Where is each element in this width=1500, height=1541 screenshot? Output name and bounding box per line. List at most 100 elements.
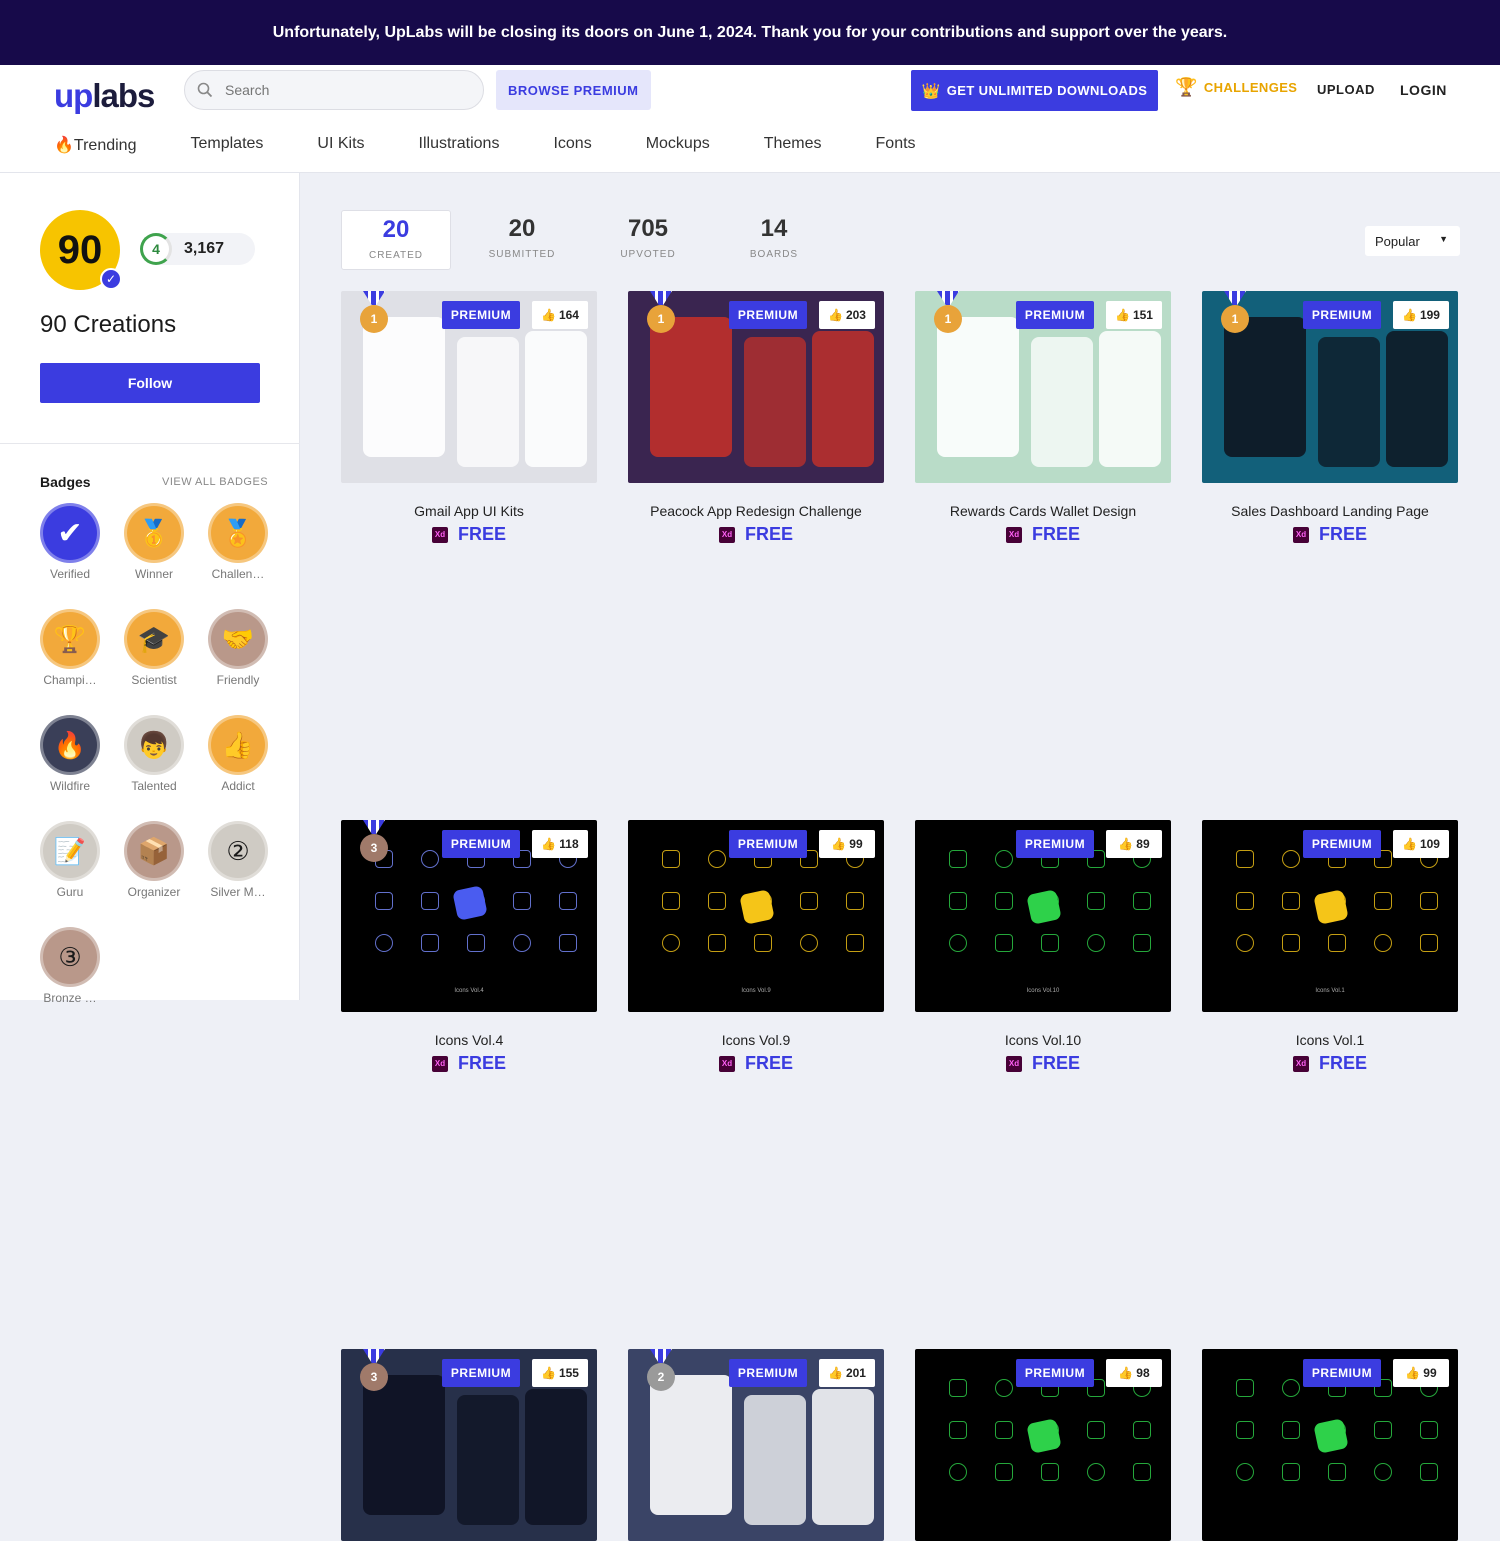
badge-item[interactable]: ③ Bronze …	[40, 927, 100, 1005]
medal-ribbon	[1224, 291, 1246, 305]
card-thumbnail[interactable]: 2 PREMIUM 👍 201	[628, 1349, 884, 1541]
challenges-link[interactable]: 🏆 CHALLENGES	[1175, 77, 1297, 98]
like-button[interactable]: 👍 99	[1393, 1359, 1449, 1387]
card-thumbnail[interactable]: Icons Vol.9 PREMIUM 👍 99	[628, 820, 884, 1012]
badge-label: Champi…	[43, 673, 97, 687]
uplabs-logo[interactable]: uplabs	[54, 77, 155, 115]
card-title[interactable]: Gmail App UI Kits	[341, 503, 597, 519]
creation-card[interactable]: 1 PREMIUM 👍 151 Rewards Cards Wallet Design X…	[915, 291, 1171, 545]
creation-card[interactable]: 1 PREMIUM 👍 164 Gmail App UI Kits Xd FREE	[341, 291, 597, 545]
creation-card[interactable]: 3 PREMIUM 👍 155	[341, 1349, 597, 1541]
badge-item[interactable]: ② Silver M…	[208, 821, 268, 899]
like-button[interactable]: 👍 201	[819, 1359, 875, 1387]
like-button[interactable]: 👍 199	[1393, 301, 1449, 329]
view-all-badges-link[interactable]: VIEW ALL BADGES	[162, 476, 268, 488]
tab-created[interactable]: 20 CREATED	[341, 210, 451, 270]
badge-item[interactable]: ✔ Verified	[40, 503, 100, 581]
follow-button[interactable]: Follow	[40, 363, 260, 403]
nav-mockups[interactable]: Mockups	[646, 135, 710, 155]
unlimited-downloads-button[interactable]: 👑 GET UNLIMITED DOWNLOADS	[911, 70, 1158, 111]
preview-glyph-icon	[708, 850, 726, 868]
creation-card[interactable]: Icons Vol.10 PREMIUM 👍 89 Icons Vol.10 Xd FREE	[915, 820, 1171, 1074]
badge-item[interactable]: 👍 Addict	[208, 715, 268, 793]
like-button[interactable]: 👍 151	[1106, 301, 1162, 329]
card-thumbnail[interactable]: 3 PREMIUM 👍 155	[341, 1349, 597, 1541]
card-title[interactable]: Peacock App Redesign Challenge	[628, 503, 884, 519]
preview-glyph-icon	[513, 934, 531, 952]
badge-item[interactable]: 🏆 Champi…	[40, 609, 100, 687]
login-link[interactable]: LOGIN	[1400, 82, 1447, 98]
thumbs-up-icon: 👍	[541, 1366, 556, 1380]
highlight-icon	[1313, 1418, 1349, 1454]
creation-card[interactable]: Icons Vol.1 PREMIUM 👍 109 Icons Vol.1 Xd FREE	[1202, 820, 1458, 1074]
avatar[interactable]: 90 ✓	[40, 210, 122, 290]
sort-select[interactable]: Popular ▼	[1365, 226, 1460, 256]
creation-card[interactable]: Icons Vol.9 PREMIUM 👍 99 Icons Vol.9 Xd FREE	[628, 820, 884, 1074]
creation-card[interactable]: PREMIUM 👍 99	[1202, 1349, 1458, 1541]
card-title[interactable]: Icons Vol.9	[628, 1032, 884, 1048]
card-thumbnail[interactable]: Icons Vol.10 PREMIUM 👍 89	[915, 820, 1171, 1012]
card-thumbnail[interactable]: 1 PREMIUM 👍 151	[915, 291, 1171, 483]
badge-item[interactable]: 📦 Organizer	[124, 821, 184, 899]
card-thumbnail[interactable]: Icons Vol.4 3 PREMIUM 👍 118	[341, 820, 597, 1012]
like-button[interactable]: 👍 98	[1106, 1359, 1162, 1387]
search-input[interactable]	[225, 82, 465, 98]
badge-item[interactable]: 🤝 Friendly	[208, 609, 268, 687]
badge-item[interactable]: 👦 Talented	[124, 715, 184, 793]
premium-badge: PREMIUM	[1303, 301, 1381, 329]
nav-icons[interactable]: Icons	[553, 135, 591, 155]
creation-card[interactable]: Icons Vol.4 3 PREMIUM 👍 118 Icons Vol.4 Xd FREE	[341, 820, 597, 1074]
mockup-panel	[1224, 317, 1306, 457]
tab-submitted[interactable]: 20 SUBMITTED	[467, 210, 577, 270]
price-label: FREE	[744, 524, 793, 544]
card-thumbnail[interactable]: PREMIUM 👍 98	[915, 1349, 1171, 1541]
search-box[interactable]	[184, 70, 484, 110]
card-thumbnail[interactable]: 1 PREMIUM 👍 203	[628, 291, 884, 483]
medal-ribbon	[650, 291, 672, 305]
tab-upvoted[interactable]: 705 UPVOTED	[593, 210, 703, 270]
card-title[interactable]: Rewards Cards Wallet Design	[915, 503, 1171, 519]
nav-fonts[interactable]: Fonts	[876, 135, 916, 155]
highlight-icon	[739, 889, 775, 925]
creation-card[interactable]: 2 PREMIUM 👍 201	[628, 1349, 884, 1541]
badge-item[interactable]: 📝 Guru	[40, 821, 100, 899]
card-title[interactable]: Icons Vol.4	[341, 1032, 597, 1048]
card-thumbnail[interactable]: 1 PREMIUM 👍 199	[1202, 291, 1458, 483]
card-title[interactable]: Icons Vol.10	[915, 1032, 1171, 1048]
card-thumbnail[interactable]: PREMIUM 👍 99	[1202, 1349, 1458, 1541]
preview-glyph-icon	[995, 1463, 1013, 1481]
upload-link[interactable]: UPLOAD	[1317, 82, 1375, 97]
card-title[interactable]: Icons Vol.1	[1202, 1032, 1458, 1048]
like-button[interactable]: 👍 99	[819, 830, 875, 858]
creation-card[interactable]: 1 PREMIUM 👍 199 Sales Dashboard Landing Page…	[1202, 291, 1458, 545]
like-button[interactable]: 👍 109	[1393, 830, 1449, 858]
preview-glyph-icon	[421, 850, 439, 868]
nav-themes[interactable]: Themes	[764, 135, 822, 155]
thumbs-up-icon: 👍	[1118, 1366, 1134, 1380]
badge-item[interactable]: 🥇 Winner	[124, 503, 184, 581]
like-button[interactable]: 👍 155	[532, 1359, 588, 1387]
card-thumbnail[interactable]: Icons Vol.1 PREMIUM 👍 109	[1202, 820, 1458, 1012]
badge-item[interactable]: 🏅 Challen…	[208, 503, 268, 581]
creation-card[interactable]: 1 PREMIUM 👍 203 Peacock App Redesign Challen…	[628, 291, 884, 545]
badge-item[interactable]: 🔥 Wildfire	[40, 715, 100, 793]
preview-glyph-icon	[995, 1421, 1013, 1439]
preview-glyph-icon	[1282, 1379, 1300, 1397]
browse-premium-button[interactable]: BROWSE PREMIUM	[496, 70, 651, 110]
like-button[interactable]: 👍 164	[532, 301, 588, 329]
divider	[0, 443, 300, 444]
card-title[interactable]: Sales Dashboard Landing Page	[1202, 503, 1458, 519]
nav-ui-kits[interactable]: UI Kits	[317, 135, 364, 155]
creation-card[interactable]: PREMIUM 👍 98	[915, 1349, 1171, 1541]
like-button[interactable]: 👍 89	[1106, 830, 1162, 858]
price-label: FREE	[1031, 1053, 1080, 1073]
like-button[interactable]: 👍 118	[532, 830, 588, 858]
nav-trending[interactable]: 🔥Trending	[54, 135, 136, 155]
tab-boards[interactable]: 14 BOARDS	[719, 210, 829, 270]
like-button[interactable]: 👍 203	[819, 301, 875, 329]
nav-illustrations[interactable]: Illustrations	[419, 135, 500, 155]
nav-templates[interactable]: Templates	[190, 135, 263, 155]
rank-medal-icon: 1	[359, 291, 389, 335]
badge-item[interactable]: 🎓 Scientist	[124, 609, 184, 687]
card-thumbnail[interactable]: 1 PREMIUM 👍 164	[341, 291, 597, 483]
